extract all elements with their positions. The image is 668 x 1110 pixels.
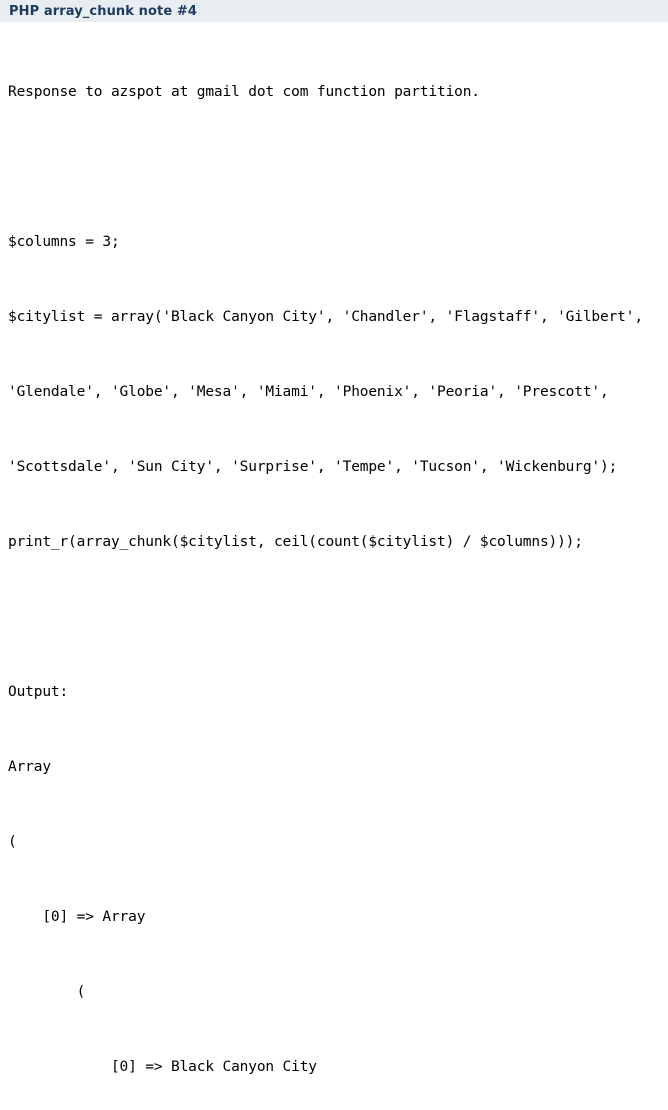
note-line: Output: — [8, 684, 69, 700]
note-line: [0] => Black Canyon City — [8, 1059, 317, 1075]
note-line: 'Glendale', 'Globe', 'Mesa', 'Miami', 'P… — [8, 384, 609, 400]
note-line: ( — [8, 984, 86, 1000]
note-line: Array — [8, 759, 51, 775]
note-line: [0] => Array — [8, 909, 146, 925]
note-line — [8, 605, 668, 630]
note-line — [8, 155, 668, 180]
note-line: Response to azspot at gmail dot com func… — [8, 84, 480, 100]
note-line: $columns = 3; — [8, 234, 120, 250]
note-line: print_r(array_chunk($citylist, ceil(coun… — [8, 534, 583, 550]
note-line: 'Scottsdale', 'Sun City', 'Surprise', 'T… — [8, 459, 618, 475]
note-title: PHP array_chunk note #4 — [9, 3, 198, 19]
note-header-bar: PHP array_chunk note #4 — [0, 0, 668, 22]
note-line: ( — [8, 834, 17, 850]
note-line: $citylist = array('Black Canyon City', '… — [8, 309, 643, 325]
note-body: Response to azspot at gmail dot com func… — [0, 22, 668, 1110]
